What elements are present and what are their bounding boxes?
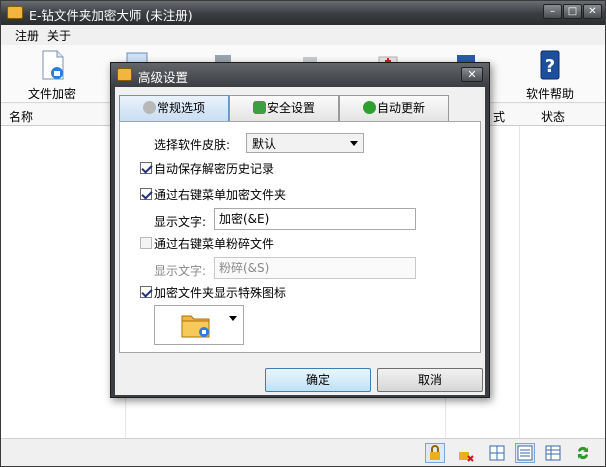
menu-register[interactable]: 注册 (15, 27, 39, 44)
shield-icon (252, 101, 266, 114)
shred-text-input[interactable]: 粉碎(&S) (214, 257, 416, 279)
cancel-button[interactable]: 取消 (377, 368, 483, 392)
encrypt-text-input[interactable]: 加密(&E) (214, 208, 416, 230)
svg-text:?: ? (545, 56, 555, 77)
window-title: E-钻文件夹加密大师 (未注册) (29, 8, 193, 23)
menu-bar: 注册 关于 (1, 25, 605, 45)
detail-view-button[interactable] (543, 443, 563, 463)
folder-icon-picker[interactable] (154, 305, 244, 345)
dialog-close-button[interactable]: ✕ (461, 67, 483, 82)
special-icon-label[interactable]: 加密文件夹显示特殊图标 (154, 284, 286, 301)
skin-select-value: 默认 (252, 137, 277, 151)
file-encrypt-button[interactable]: 文件加密 (17, 47, 87, 102)
column-status[interactable]: 状态 (541, 108, 565, 125)
tab-security-label: 安全设置 (266, 101, 315, 115)
refresh-button[interactable] (573, 443, 593, 463)
column-mode[interactable]: 式 (493, 108, 505, 125)
update-globe-icon (362, 101, 376, 114)
icon-view-button[interactable] (487, 443, 507, 463)
list-view-icon (517, 445, 533, 461)
grid-view-icon (489, 445, 505, 461)
lock-icon (430, 445, 440, 460)
maximize-button[interactable]: □ (563, 4, 582, 19)
status-bar (1, 438, 605, 466)
menu-about[interactable]: 关于 (47, 27, 71, 44)
tab-auto-update-label: 自动更新 (376, 101, 425, 115)
chevron-down-icon (350, 141, 358, 146)
gear-icon (142, 101, 156, 114)
save-history-label[interactable]: 自动保存解密历史记录 (154, 160, 274, 177)
tab-general-label: 常规选项 (156, 101, 205, 115)
context-encrypt-label[interactable]: 通过右键菜单加密文件夹 (154, 186, 286, 203)
help-book-icon: ? (540, 50, 560, 80)
lock-view-button[interactable] (425, 443, 445, 463)
chevron-down-icon (229, 316, 237, 321)
encrypt-text-label: 显示文字: (154, 215, 207, 229)
unlock-icon (459, 452, 474, 462)
app-icon (7, 6, 23, 19)
skin-label: 选择软件皮肤: (154, 138, 231, 152)
list-view-button[interactable] (515, 443, 535, 463)
skin-select[interactable]: 默认 (246, 133, 364, 153)
ok-button[interactable]: 确定 (265, 368, 371, 392)
advanced-settings-dialog: 高级设置 ✕ 常规选项 安全设置 自动更新 选择软件皮肤: 默认 自动保存解密历… (110, 62, 490, 398)
unlock-view-button[interactable] (455, 443, 475, 463)
close-button[interactable]: ✕ (583, 4, 602, 19)
dialog-title: 高级设置 (138, 70, 189, 85)
tab-general[interactable]: 常规选项 (119, 95, 229, 121)
column-divider (519, 126, 520, 438)
help-button[interactable]: ? 软件帮助 (515, 47, 585, 102)
encrypted-folder-icon (181, 315, 210, 338)
title-bar[interactable]: E-钻文件夹加密大师 (未注册) – □ ✕ (1, 1, 605, 25)
dialog-title-bar[interactable]: 高级设置 ✕ (111, 63, 489, 87)
context-encrypt-checkbox[interactable] (140, 188, 152, 200)
context-shred-label[interactable]: 通过右键菜单粉碎文件 (154, 235, 274, 252)
tab-security[interactable]: 安全设置 (229, 95, 339, 121)
file-encrypt-label: 文件加密 (27, 87, 76, 101)
dialog-app-icon (117, 68, 132, 81)
minimize-button[interactable]: – (543, 4, 562, 19)
detail-view-icon (545, 445, 561, 461)
file-encrypt-icon (42, 50, 64, 80)
tab-auto-update[interactable]: 自动更新 (339, 95, 449, 121)
special-icon-checkbox[interactable] (140, 286, 152, 298)
shred-text-label: 显示文字: (154, 264, 207, 278)
context-shred-checkbox[interactable] (140, 237, 152, 249)
save-history-checkbox[interactable] (140, 162, 152, 174)
dialog-body: 常规选项 安全设置 自动更新 选择软件皮肤: 默认 自动保存解密历史记录 通过右… (115, 87, 485, 395)
settings-tabs: 常规选项 安全设置 自动更新 (119, 95, 481, 121)
help-label: 软件帮助 (525, 87, 574, 101)
general-options-panel: 选择软件皮肤: 默认 自动保存解密历史记录 通过右键菜单加密文件夹 显示文字: … (119, 121, 481, 353)
column-name[interactable]: 名称 (9, 108, 33, 125)
refresh-icon (578, 446, 588, 460)
